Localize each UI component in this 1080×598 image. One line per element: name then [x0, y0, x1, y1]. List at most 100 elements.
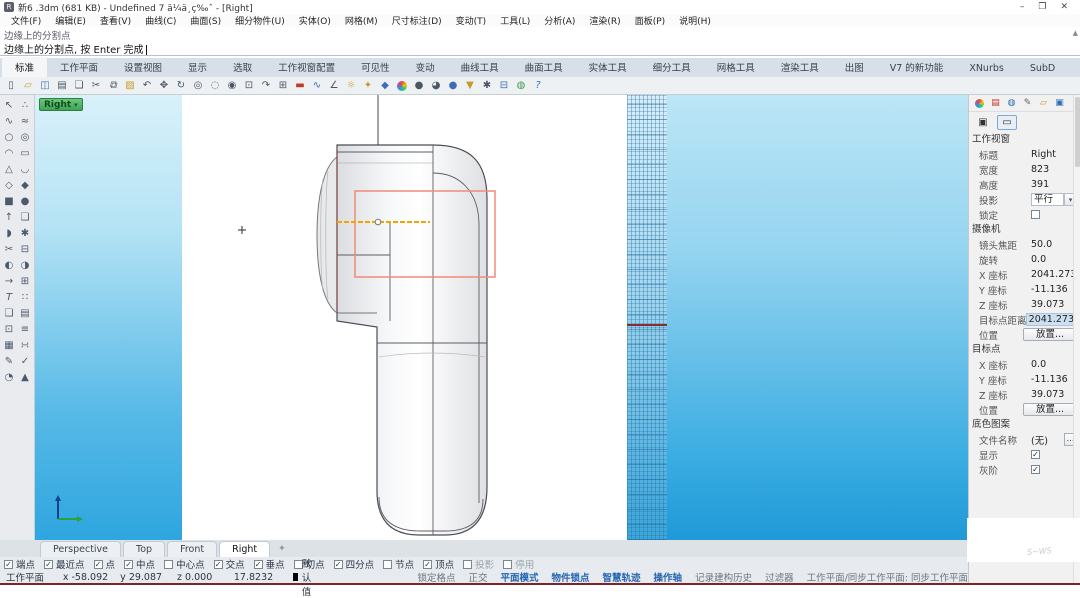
status-toggle[interactable]: 正交: [468, 570, 487, 584]
property-value[interactable]: 39.073: [1031, 389, 1077, 400]
toolbar-tab[interactable]: 网格工具: [704, 57, 768, 77]
surface-corner-icon[interactable]: ◇: [1, 177, 17, 193]
checkbox[interactable]: [1031, 465, 1040, 474]
shaded-sphere-icon[interactable]: ●: [411, 78, 427, 93]
new-file-icon[interactable]: ▯: [3, 78, 19, 93]
checkbox[interactable]: [164, 560, 173, 569]
toolbar-tab[interactable]: 出图: [832, 57, 877, 77]
status-toggle[interactable]: 记录建构历史: [695, 570, 752, 584]
status-toggle[interactable]: 锁定格点: [417, 570, 455, 584]
osnap-toggle[interactable]: 节点: [383, 557, 414, 571]
select-pointer-icon[interactable]: ↖: [1, 97, 17, 113]
point-array-icon[interactable]: ∺: [17, 337, 33, 353]
property-value[interactable]: Right: [1031, 149, 1077, 160]
render-style-icon[interactable]: ▲: [17, 369, 33, 385]
minimize-button[interactable]: –: [1020, 2, 1025, 12]
four-viewports-icon[interactable]: ⊞: [275, 78, 291, 93]
menu-item[interactable]: 网格(M): [338, 14, 385, 27]
help-icon[interactable]: ?: [530, 78, 546, 93]
property-value[interactable]: 2041.273: [1026, 313, 1077, 326]
menu-item[interactable]: 渲染(R): [582, 14, 627, 27]
property-value[interactable]: 391: [1031, 179, 1077, 190]
solid-edit-icon[interactable]: ⊡: [1, 321, 17, 337]
property-value[interactable]: 823: [1031, 164, 1077, 175]
polygon-icon[interactable]: △: [1, 161, 17, 177]
freeform-curve-icon[interactable]: ◡: [17, 161, 33, 177]
ellipse-icon[interactable]: ◎: [17, 129, 33, 145]
toolbar-tab[interactable]: 曲面工具: [512, 57, 576, 77]
fillet-icon[interactable]: ◗: [1, 225, 17, 241]
trim-icon[interactable]: ✂: [1, 241, 17, 257]
toolbar-tab[interactable]: 曲线工具: [448, 57, 512, 77]
status-toggle[interactable]: 物件锁点: [552, 570, 590, 584]
render-blue-sphere-icon[interactable]: ●: [445, 78, 461, 93]
osnap-toggle[interactable]: 中心点: [164, 557, 205, 571]
copy-icon[interactable]: ⧉: [105, 78, 121, 93]
shade-icon[interactable]: ◔: [1, 369, 17, 385]
property-value[interactable]: -11.136: [1031, 374, 1077, 385]
loft-surface-icon[interactable]: ◆: [17, 177, 33, 193]
toolbar-tab[interactable]: 工作视窗配置: [265, 57, 348, 77]
viewport-tab[interactable]: Perspective: [40, 541, 121, 557]
display-tab-icon[interactable]: ◍: [1005, 97, 1018, 110]
shield-icon[interactable]: ◆: [377, 78, 393, 93]
menu-item[interactable]: 实体(O): [292, 14, 338, 27]
menu-item[interactable]: 查看(V): [93, 14, 138, 27]
osnap-toggle[interactable]: 中点: [124, 557, 155, 571]
cylinder-solid-icon[interactable]: ●: [17, 193, 33, 209]
property-value[interactable]: 2041.273: [1031, 269, 1077, 280]
points-icon[interactable]: ∴: [17, 97, 33, 113]
panel-scrollbar[interactable]: [1073, 95, 1080, 585]
redo-view-icon[interactable]: ↷: [258, 78, 274, 93]
property-value[interactable]: 0.0: [1031, 254, 1077, 265]
menu-item[interactable]: 文件(F): [4, 14, 48, 27]
transform-icon[interactable]: T: [1, 289, 17, 305]
properties-tab-icon[interactable]: [973, 97, 986, 110]
checkbox[interactable]: [124, 560, 133, 569]
curve-from-object-icon[interactable]: →: [1, 273, 17, 289]
toolbar-tab[interactable]: 可见性: [348, 57, 403, 77]
named-view-icon[interactable]: ⊟: [496, 78, 512, 93]
camera-properties-button[interactable]: ▣: [973, 115, 993, 130]
viewport-right[interactable]: Right ▾: [35, 95, 968, 540]
circle-icon[interactable]: ○: [1, 129, 17, 145]
property-value[interactable]: 39.073: [1031, 299, 1077, 310]
status-toggle[interactable]: 过滤器: [765, 570, 794, 584]
web-tab-icon[interactable]: ▣: [1053, 97, 1066, 110]
osnap-toggle[interactable]: 停用: [503, 557, 534, 571]
rendered-sphere-icon[interactable]: ◕: [428, 78, 444, 93]
checkbox[interactable]: [463, 560, 472, 569]
viewport-tab[interactable]: Right: [219, 541, 270, 557]
arc-icon[interactable]: ◠: [1, 145, 17, 161]
status-toggle[interactable]: 智慧轨迹: [603, 570, 641, 584]
viewport-title-label[interactable]: Right ▾: [39, 98, 83, 111]
checkbox[interactable]: [383, 560, 392, 569]
close-button[interactable]: ✕: [1060, 2, 1068, 12]
zoom-selected-icon[interactable]: ◉: [224, 78, 240, 93]
checkbox[interactable]: [1031, 210, 1040, 219]
menu-item[interactable]: 分析(A): [537, 14, 582, 27]
toolbar-tab[interactable]: 细分工具: [640, 57, 704, 77]
checkbox[interactable]: [4, 560, 13, 569]
funnel-icon[interactable]: ▼: [462, 78, 478, 93]
osnap-toggle[interactable]: 最近点: [44, 557, 85, 571]
measure-icon[interactable]: ∿: [309, 78, 325, 93]
osnap-toggle[interactable]: 四分点: [334, 557, 375, 571]
menu-item[interactable]: 细分物件(U): [228, 14, 292, 27]
checkbox[interactable]: [254, 560, 263, 569]
checkbox[interactable]: [423, 560, 432, 569]
angle-icon[interactable]: ∠: [326, 78, 342, 93]
checkbox[interactable]: [94, 560, 103, 569]
library-tab-icon[interactable]: ▱: [1037, 97, 1050, 110]
rectangle-icon[interactable]: ▭: [17, 145, 33, 161]
menu-item[interactable]: 编辑(E): [48, 14, 93, 27]
toolbar-tab[interactable]: 显示: [175, 57, 220, 77]
group-icon[interactable]: ❏: [1, 305, 17, 321]
osnap-toggle[interactable]: 顶点: [423, 557, 454, 571]
toolbar-tab[interactable]: V7 的新功能: [877, 57, 957, 77]
osnap-toggle[interactable]: 垂点: [254, 557, 285, 571]
zoom-extents-icon[interactable]: ⊡: [241, 78, 257, 93]
checkbox[interactable]: [214, 560, 223, 569]
surface-tools-icon[interactable]: ❏: [17, 209, 33, 225]
restore-button[interactable]: ❐: [1038, 2, 1046, 12]
